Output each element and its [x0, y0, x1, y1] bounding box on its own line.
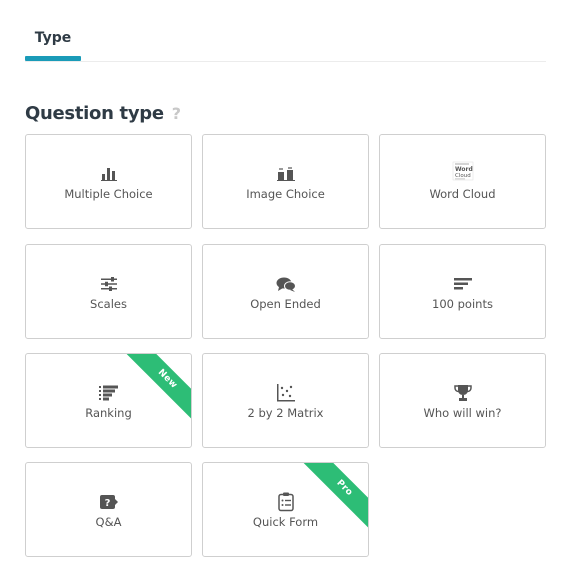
scatter-plot-icon: [203, 383, 368, 403]
question-type-image-choice[interactable]: Image Choice: [202, 134, 369, 229]
question-type-2-by-2-matrix[interactable]: 2 by 2 Matrix: [202, 353, 369, 448]
word-cloud-icon: Word Cloud: [380, 161, 545, 181]
sliders-icon: [26, 274, 191, 294]
card-label: Quick Form: [252, 515, 319, 529]
tab-type-label: Type: [34, 30, 72, 46]
question-type-ranking[interactable]: Ranking New: [25, 353, 192, 448]
section-title: Question type: [25, 102, 164, 124]
section-heading: Question type ?: [25, 101, 181, 125]
trophy-icon: [380, 383, 545, 403]
help-icon[interactable]: ?: [172, 104, 181, 123]
card-label: Image Choice: [246, 187, 325, 201]
question-type-open-ended[interactable]: Open Ended: [202, 244, 369, 339]
bar-chart-icon: [26, 164, 191, 184]
card-label: Scales: [90, 297, 127, 311]
card-label: 100 points: [432, 297, 493, 311]
card-label: Who will win?: [423, 406, 502, 420]
speech-bubbles-icon: [203, 274, 368, 294]
question-type-qa[interactable]: ? Q&A: [25, 462, 192, 557]
card-label: Multiple Choice: [64, 187, 153, 201]
lines-icon: [380, 274, 545, 294]
active-tab-indicator: [25, 56, 81, 61]
word-cloud-icon-cloud: Cloud: [455, 173, 471, 179]
question-type-quick-form[interactable]: Quick Form Pro: [202, 462, 369, 557]
card-label: 2 by 2 Matrix: [247, 406, 324, 420]
question-type-who-will-win[interactable]: Who will win?: [379, 353, 546, 448]
tab-bar: Type: [25, 0, 546, 62]
question-type-multiple-choice[interactable]: Multiple Choice: [25, 134, 192, 229]
card-label: Q&A: [95, 515, 122, 529]
question-type-scales[interactable]: Scales: [25, 244, 192, 339]
card-label: Open Ended: [250, 297, 321, 311]
question-bubble-icon: ?: [26, 492, 191, 512]
question-type-word-cloud[interactable]: Word Cloud Word Cloud: [379, 134, 546, 229]
word-cloud-icon-word: Word: [455, 166, 473, 173]
svg-text:?: ?: [104, 498, 110, 509]
question-type-100-points[interactable]: 100 points: [379, 244, 546, 339]
card-label: Ranking: [85, 406, 132, 420]
card-label: Word Cloud: [429, 187, 496, 201]
image-choice-icon: [203, 164, 368, 184]
